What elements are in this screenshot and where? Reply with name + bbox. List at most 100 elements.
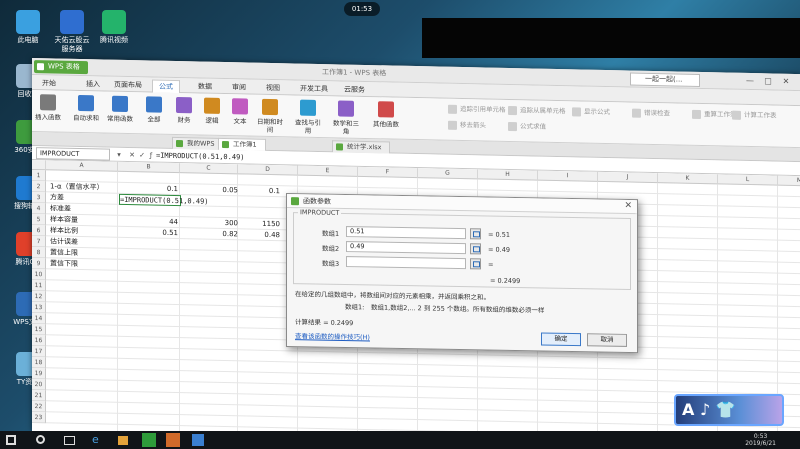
cell-a5[interactable]: 样本容量 — [50, 214, 78, 226]
app2-taskbar-icon[interactable] — [192, 434, 204, 446]
ribbon-button[interactable]: 文本 — [226, 98, 254, 126]
column-header[interactable]: J — [598, 171, 658, 184]
menu-tab[interactable]: 云服务 — [338, 83, 371, 97]
cell-a8[interactable]: 置信上限 — [50, 247, 78, 259]
row-header[interactable]: 6 — [32, 225, 46, 237]
ribbon-small-button[interactable]: 显示公式 — [572, 107, 632, 117]
desktop-icon[interactable]: 天佑云股云 服务器 — [48, 10, 96, 54]
ribbon-small-button[interactable]: 公式求值 — [508, 121, 568, 132]
taskbar-clock[interactable]: 0:53 2019/6/21 — [745, 433, 776, 447]
cancel-icon[interactable]: ✕ — [127, 149, 137, 161]
cell-a6[interactable]: 样本比例 — [50, 225, 78, 237]
minimize-button[interactable]: — — [744, 75, 756, 87]
row-header[interactable]: 5 — [32, 214, 46, 226]
start-icon[interactable] — [6, 435, 16, 445]
cell-c2[interactable]: 0.05 — [180, 184, 238, 196]
cancel-button[interactable]: 取消 — [587, 333, 627, 347]
row-header[interactable]: 15 — [32, 324, 46, 336]
ribbon-small-button[interactable]: 计算工作表 — [732, 110, 792, 120]
row-header[interactable]: 18 — [32, 357, 46, 369]
menu-tab[interactable]: 审阅 — [226, 81, 252, 95]
ribbon-button[interactable]: 数学和三角 — [332, 100, 360, 136]
row-header[interactable]: 19 — [32, 368, 46, 380]
cell-c6[interactable]: 0.82 — [180, 228, 238, 240]
column-header[interactable]: D — [238, 164, 298, 176]
ie-icon[interactable]: e — [92, 434, 104, 446]
row-header[interactable]: 8 — [32, 247, 46, 259]
menu-tab[interactable]: 开始 — [36, 77, 62, 91]
ribbon-small-button[interactable]: 移去箭头 — [448, 120, 508, 130]
column-header[interactable]: H — [478, 169, 538, 181]
cell-b6[interactable]: 0.51 — [120, 227, 178, 239]
ribbon-button[interactable]: 逻辑 — [198, 97, 226, 125]
cell-d5[interactable]: 1150 — [240, 218, 280, 230]
row-header[interactable]: 1 — [32, 170, 46, 182]
close-icon[interactable]: ✕ — [624, 201, 632, 211]
row-header[interactable]: 13 — [32, 302, 46, 314]
row-header[interactable]: 12 — [32, 291, 46, 303]
cell-a4[interactable]: 标准差 — [50, 203, 71, 214]
ribbon-button[interactable]: 其他函数 — [372, 101, 400, 129]
column-header[interactable]: G — [418, 168, 478, 180]
task-view-icon[interactable] — [64, 436, 75, 445]
row-header[interactable]: 17 — [32, 346, 46, 358]
file-tab[interactable]: 我的WPS — [172, 136, 224, 151]
ribbon-button[interactable]: 插入函数 — [34, 94, 62, 122]
row-header[interactable]: 7 — [32, 236, 46, 248]
row-header[interactable]: 22 — [32, 401, 46, 413]
cell-a7[interactable]: 估计误差 — [50, 236, 78, 248]
row-header[interactable]: 16 — [32, 335, 46, 347]
arg1-input[interactable]: 0.51 — [346, 226, 466, 240]
app-menu-button[interactable]: WPS 表格 — [34, 60, 88, 75]
ok-button[interactable]: 确定 — [541, 332, 581, 347]
row-header[interactable]: 9 — [32, 258, 46, 270]
column-header[interactable]: L — [718, 174, 778, 186]
column-header[interactable]: M — [778, 175, 800, 187]
row-header[interactable]: 2 — [32, 181, 46, 193]
ribbon-button[interactable]: 财务 — [170, 97, 198, 125]
file-tab[interactable]: 工作簿1 — [218, 137, 266, 151]
ribbon-button[interactable]: 自动求和 — [72, 94, 100, 123]
range-picker-icon[interactable] — [470, 258, 481, 270]
column-header[interactable]: B — [118, 161, 180, 174]
maximize-button[interactable]: □ — [762, 75, 774, 87]
menu-tab[interactable]: 页面布局 — [108, 79, 148, 93]
folder-icon[interactable] — [118, 436, 128, 445]
ribbon-button[interactable]: 日期和时间 — [256, 98, 284, 135]
column-header[interactable]: A — [46, 160, 118, 172]
user-account[interactable]: 一起一起(... — [630, 72, 700, 87]
cell-d6[interactable]: 0.48 — [240, 229, 280, 241]
name-box[interactable]: IMPRODUCT — [36, 147, 110, 161]
fx-icon[interactable]: ƒ — [146, 149, 156, 161]
column-header[interactable]: E — [298, 165, 358, 177]
ribbon-button[interactable]: 全部 — [140, 96, 168, 124]
cell-a9[interactable]: 置信下限 — [50, 258, 78, 270]
cell-a3[interactable]: 方差 — [50, 192, 64, 203]
menu-tab[interactable]: 视图 — [260, 82, 286, 96]
menu-tab[interactable]: 数据 — [192, 80, 218, 94]
ribbon-button[interactable]: 常用函数 — [106, 95, 134, 124]
column-header[interactable]: C — [180, 163, 238, 175]
column-header[interactable]: I — [538, 170, 598, 182]
arg3-input[interactable] — [346, 256, 466, 270]
column-header[interactable]: F — [358, 166, 418, 179]
row-header[interactable]: 10 — [32, 269, 46, 281]
ribbon-small-button[interactable]: 追踪引用单元格 — [448, 104, 508, 114]
row-header[interactable]: 23 — [32, 412, 46, 424]
desktop-icon[interactable]: 腾讯视频 — [90, 10, 138, 45]
range-picker-icon[interactable] — [470, 228, 481, 240]
row-header[interactable]: 3 — [32, 192, 46, 204]
select-all-corner[interactable] — [32, 160, 46, 171]
row-header[interactable]: 14 — [32, 313, 46, 325]
ribbon-small-button[interactable]: 追踪从属单元格 — [508, 105, 568, 115]
desktop-icon[interactable]: 此电脑 — [4, 10, 52, 45]
row-header[interactable]: 21 — [32, 390, 46, 402]
row-header[interactable]: 20 — [32, 379, 46, 391]
dropdown-icon[interactable]: ▾ — [114, 149, 124, 161]
help-link[interactable]: 查看该函数的操作技巧(H) — [295, 330, 370, 341]
search-icon[interactable] — [36, 435, 45, 444]
range-picker-icon[interactable] — [470, 243, 481, 255]
cell-d2[interactable]: 0.1 — [240, 185, 280, 197]
menu-tab[interactable]: 开发工具 — [294, 82, 334, 96]
row-header[interactable]: 4 — [32, 203, 46, 215]
